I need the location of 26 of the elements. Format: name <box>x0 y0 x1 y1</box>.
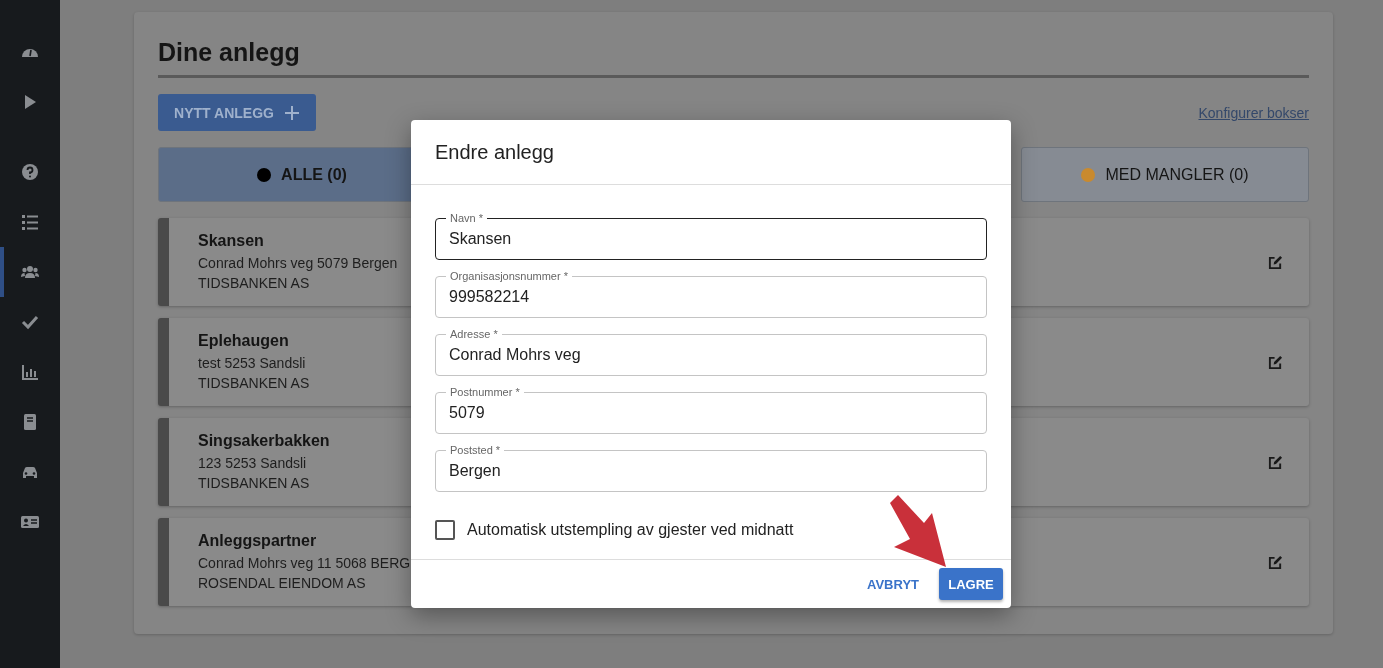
field-label: Navn * <box>446 211 488 225</box>
field-label: Postnummer * <box>446 385 524 399</box>
field-label: Poststed * <box>446 443 505 457</box>
facility-address: Conrad Mohrs veg 5079 Bergen <box>198 253 398 273</box>
facility-company: ROSENDAL EIENDOM AS <box>198 573 367 593</box>
tab-label: ALLE (0) <box>281 165 347 184</box>
field-value: Bergen <box>448 462 502 480</box>
facility-name: Anleggspartner <box>198 531 318 550</box>
checkbox-label: Automatisk utstempling av gjester ved midnatt <box>467 521 794 539</box>
field-label: Adresse * <box>446 327 502 341</box>
facility-company: TIDSBANKEN AS <box>198 373 310 393</box>
facility-company: TIDSBANKEN AS <box>198 473 311 493</box>
facility-name: Singsakerbakken <box>198 431 330 450</box>
facility-address: 123 5253 Sandsli <box>198 453 308 473</box>
facility-address: test 5253 Sandsli <box>198 353 307 373</box>
facility-address: Conrad Mohrs veg 11 5068 BERG <box>198 553 411 573</box>
facility-company: TIDSBANKEN AS <box>198 273 311 293</box>
field-value: Skansen <box>448 230 513 248</box>
field-label: Organisasjonsnummer * <box>446 269 572 283</box>
facility-name: Skansen <box>198 231 265 250</box>
field-value: Conrad Mohrs veg <box>448 346 582 364</box>
field-value: 999582214 <box>448 288 531 306</box>
tab-label: MED MANGLER (0) <box>1105 165 1249 184</box>
field-value: 5079 <box>448 404 486 422</box>
facility-name: Eplehaugen <box>198 331 290 350</box>
page-title: Dine anlegg <box>158 38 1309 78</box>
